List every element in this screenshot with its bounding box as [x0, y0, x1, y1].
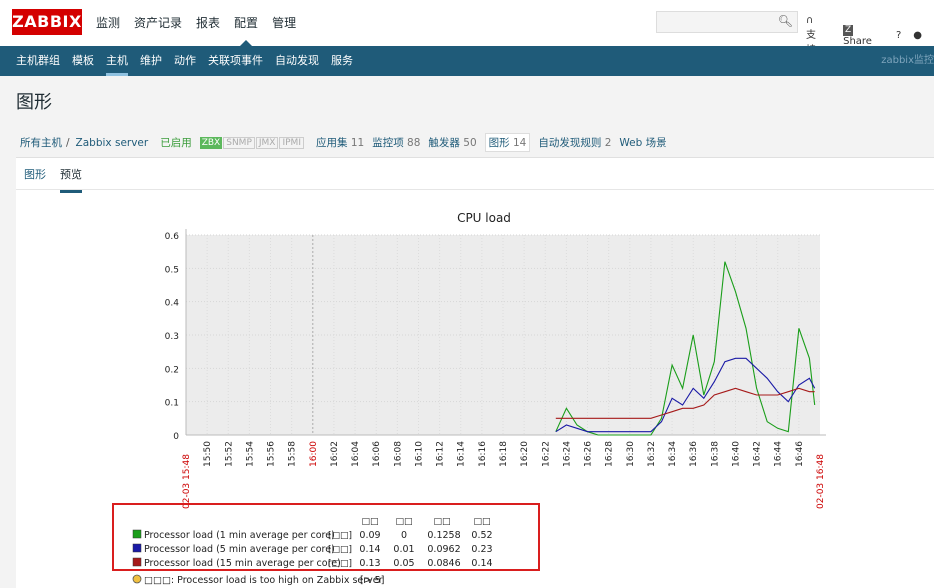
trigger-label: □□□: Processor load is too high on Zabbi…	[144, 575, 383, 586]
x-tick-label: 16:34	[668, 441, 678, 467]
x-tick-label: 16:28	[605, 441, 615, 467]
x-tick-label: 16:12	[436, 441, 446, 467]
x-axis-ticks: 15:50 15:52 15:54 15:56 15:58 16:00 16:02 16:04…	[182, 441, 826, 509]
x-tick-label: 16:32	[647, 441, 657, 467]
x-tick-label: 16:42	[753, 441, 763, 467]
x-tick-label: 16:20	[520, 441, 530, 467]
x-tick-label: 16:06	[372, 441, 382, 467]
legend-highlight-box	[112, 503, 540, 571]
y-tick-label: 0	[173, 432, 179, 442]
y-tick-label: 0.2	[165, 365, 179, 375]
x-tick-label: 16:10	[414, 441, 424, 467]
x-tick-label: 16:04	[351, 441, 361, 467]
x-tick-label: 15:50	[203, 441, 213, 467]
trigger-bulb-icon	[132, 574, 142, 584]
x-tick-label: 16:30	[626, 441, 636, 467]
x-tick-label: 16:02	[330, 441, 340, 467]
x-start-label: 02-03 15:48	[182, 454, 192, 509]
x-tick-label: 15:52	[224, 441, 234, 467]
x-tick-label: 16:14	[457, 441, 467, 467]
y-tick-label: 0.6	[165, 232, 180, 242]
x-tick-label: 16:00	[309, 441, 319, 467]
y-tick-label: 0.1	[165, 399, 179, 409]
x-tick-label: 16:24	[562, 441, 572, 467]
trigger-condition: [> 5]	[360, 575, 384, 586]
x-tick-label: 16:18	[499, 441, 509, 467]
x-tick-label: 16:22	[541, 441, 551, 467]
chart-title: CPU load	[457, 211, 511, 225]
y-tick-label: 0.4	[165, 299, 180, 309]
x-tick-label: 15:58	[288, 441, 298, 467]
cpu-load-chart: CPU load 0.60.50.40.30.20.10 15:50 15:52 1…	[132, 211, 826, 586]
y-tick-label: 0.3	[165, 332, 179, 342]
x-end-label: 02-03 16:48	[816, 454, 826, 509]
x-tick-label: 16:26	[584, 441, 594, 467]
x-tick-label: 16:08	[393, 441, 403, 467]
x-tick-label: 16:36	[689, 441, 699, 467]
x-tick-label: 16:38	[710, 441, 720, 467]
x-tick-label: 15:56	[267, 441, 277, 467]
x-tick-label: 15:54	[245, 441, 255, 467]
x-tick-label: 16:16	[478, 441, 488, 467]
x-tick-label: 16:44	[774, 441, 784, 467]
x-tick-label: 16:40	[731, 441, 741, 467]
y-axis-ticks: 0.6 0.5 0.4 0.3 0.2 0.1 0	[165, 232, 180, 442]
y-tick-label: 0.5	[165, 265, 179, 275]
x-tick-label: 16:46	[795, 441, 805, 467]
